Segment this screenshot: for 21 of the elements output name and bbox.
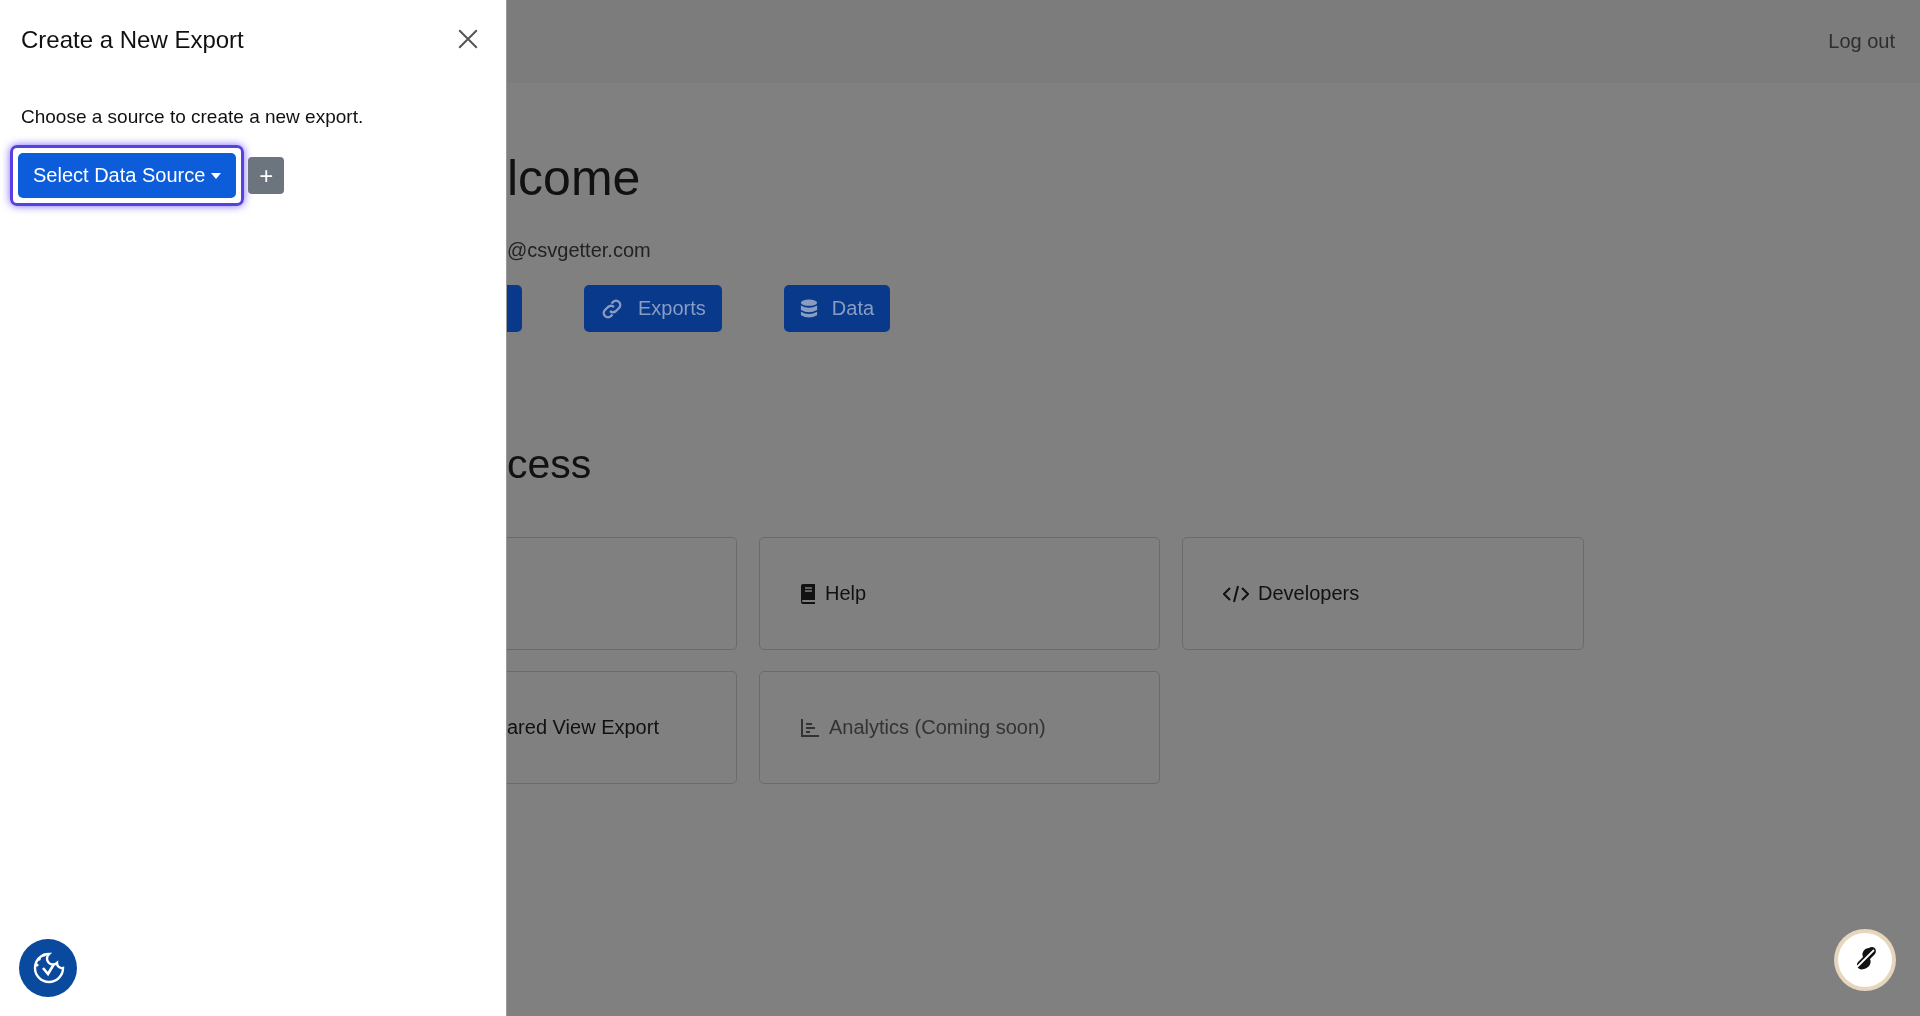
cookie-consent-icon[interactable] bbox=[19, 939, 77, 997]
book-icon bbox=[800, 583, 816, 604]
user-email: @csvgetter.com bbox=[507, 239, 652, 262]
link-card[interactable]: Developers bbox=[1182, 537, 1584, 650]
panel-title: Create a New Export bbox=[21, 26, 244, 54]
caret-icon bbox=[211, 172, 222, 179]
section-heading: cess bbox=[507, 444, 593, 485]
select-data-source-dropdown[interactable]: Select Data Source bbox=[18, 153, 237, 198]
welcome-heading: lcome bbox=[507, 153, 642, 203]
log-out-link[interactable]: Log out bbox=[1828, 30, 1895, 53]
link-card[interactable]: Help bbox=[759, 537, 1160, 650]
link-card[interactable]: ared View Export bbox=[507, 671, 737, 784]
nav-button[interactable]: Exports bbox=[584, 285, 722, 332]
code-icon bbox=[1223, 583, 1249, 604]
nav-button[interactable]: Data bbox=[783, 285, 891, 332]
close-icon[interactable] bbox=[457, 28, 479, 50]
database-icon bbox=[799, 297, 818, 320]
chart-icon bbox=[800, 717, 820, 738]
chat-widget-icon[interactable] bbox=[1833, 928, 1897, 992]
panel-description: Choose a source to create a new export. bbox=[21, 106, 365, 128]
add-button[interactable]: + bbox=[248, 157, 285, 194]
